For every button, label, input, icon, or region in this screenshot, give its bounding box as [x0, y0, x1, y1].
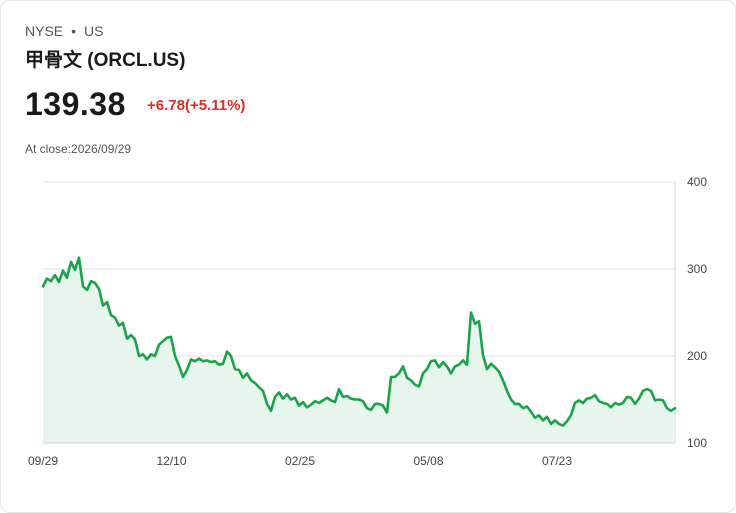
x-tick-label: 07/23 [542, 454, 572, 468]
x-tick-label: 12/10 [156, 454, 186, 468]
y-tick-label: 100 [687, 436, 707, 450]
x-tick-label: 05/08 [413, 454, 443, 468]
y-tick-label: 400 [687, 175, 707, 189]
x-tick-label: 09/29 [28, 454, 58, 468]
x-tick-label: 02/25 [285, 454, 315, 468]
y-tick-label: 300 [687, 262, 707, 276]
y-tick-label: 200 [687, 349, 707, 363]
price-chart[interactable]: 400 300 200 100 09/29 12/10 02/25 05/08 07/23 [0, 0, 736, 513]
